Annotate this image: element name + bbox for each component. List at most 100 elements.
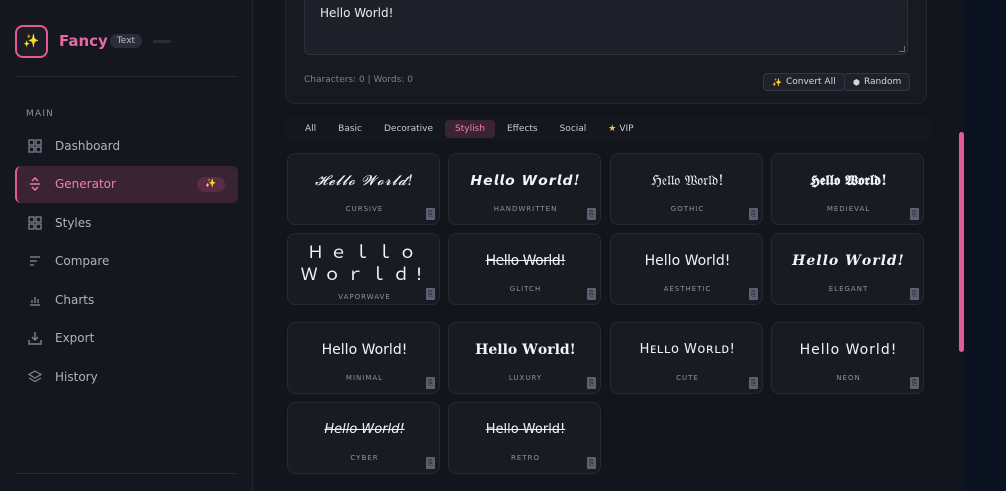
sidebar-item-compare[interactable]: Compare [15, 243, 238, 280]
tab-effects[interactable]: Effects [497, 120, 548, 138]
tab-decorative[interactable]: Decorative [374, 120, 443, 138]
text-input[interactable]: Hello World! [304, 0, 908, 55]
sidebar-divider [15, 473, 237, 474]
style-card-neon[interactable]: Hello World! NEON ⎘ [771, 322, 924, 394]
brand-badge: Text [109, 34, 143, 48]
section-label-main: MAIN [26, 109, 55, 119]
style-card-retro[interactable]: Hello World! RETRO ⎘ [448, 402, 601, 474]
copy-icon[interactable]: ⎘ [587, 377, 596, 389]
copy-icon[interactable]: ⎘ [587, 208, 596, 220]
copy-icon[interactable]: ⎘ [587, 457, 596, 469]
style-card-handwritten[interactable]: 𝙃𝙚𝙡𝙡𝙤 𝙒𝙤𝙧𝙡𝙙! HANDWRITTEN ⎘ [448, 153, 601, 225]
style-name-label: ELEGANT [828, 285, 869, 293]
text-input-value: Hello World! [320, 6, 394, 20]
sidebar-item-label: History [55, 370, 98, 385]
style-card-luxury[interactable]: 𝐇𝐞𝐥𝐥𝐨 𝐖𝐨𝐫𝐥𝐝! LUXURY ⎘ [448, 322, 601, 394]
copy-icon[interactable]: ⎘ [910, 208, 919, 220]
tab-all[interactable]: All [295, 120, 326, 138]
sidebar-item-charts[interactable]: Charts [15, 281, 238, 318]
tab-vip-label: VIP [619, 124, 634, 134]
style-card-elegant[interactable]: 𝑯𝒆𝒍𝒍𝒐 𝑾𝒐𝒓𝒍𝒅! ELEGANT ⎘ [771, 233, 924, 305]
text-stats: Characters: 0 | Words: 0 [304, 75, 413, 85]
brand-divider-mark [153, 39, 172, 43]
sidebar-item-label: Export [55, 331, 95, 346]
layers-icon [27, 369, 43, 385]
copy-icon[interactable]: ⎘ [426, 288, 435, 300]
style-card-aesthetic[interactable]: Hello World! AESTHETIC ⎘ [610, 233, 763, 305]
sidebar-item-styles[interactable]: Styles [15, 204, 238, 241]
copy-icon[interactable]: ⎘ [587, 288, 596, 300]
style-name-label: AESTHETIC [663, 285, 712, 293]
grid-icon [27, 215, 43, 231]
sidebar-item-label: Generator [55, 177, 116, 192]
generator-badge: ✨ [197, 176, 225, 192]
style-card-glitch[interactable]: Hello World! GLITCH ⎘ [448, 233, 601, 305]
style-card-medieval[interactable]: 𝕳𝖊𝖑𝖑𝖔 𝖂𝖔𝖗𝖑𝖉! MEDIEVAL ⎘ [771, 153, 924, 225]
style-card-cute[interactable]: Hᴇʟʟᴏ Wᴏʀʟᴅ! CUTE ⎘ [610, 322, 763, 394]
tab-social[interactable]: Social [550, 120, 597, 138]
app-window: ✨ Fancy Text MAIN Dashboard Generator ✨ [0, 0, 964, 491]
style-name-label: CUTE [676, 374, 699, 382]
style-card-vaporwave[interactable]: Ｈｅｌｌｏ Ｗｏｒｌｄ! VAPORWAVE ⎘ [287, 233, 440, 305]
download-icon [27, 330, 43, 346]
copy-icon[interactable]: ⎘ [749, 377, 758, 389]
brand-name: Fancy [59, 32, 108, 50]
style-card-gothic[interactable]: ℌ𝔢𝔩𝔩𝔬 𝔚𝔬𝔯𝔩𝔡! GOTHIC ⎘ [610, 153, 763, 225]
style-card-minimal[interactable]: Hello World! MINIMAL ⎘ [287, 322, 440, 394]
sparkle-wand-icon: ✨ [15, 24, 48, 58]
style-name-label: MEDIEVAL [826, 205, 871, 213]
sidebar-item-dashboard[interactable]: Dashboard [15, 127, 238, 164]
style-preview-text: Hello World! [485, 422, 566, 437]
resize-handle[interactable] [899, 46, 905, 52]
sidebar-item-label: Charts [55, 292, 95, 307]
brand[interactable]: ✨ Fancy Text [15, 24, 172, 58]
tab-basic[interactable]: Basic [328, 120, 372, 138]
style-preview-text: 𝙃𝙚𝙡𝙡𝙤 𝙒𝙤𝙧𝙡𝙙! [470, 173, 581, 189]
sidebar-divider [15, 76, 237, 77]
sidebar-item-label: Styles [55, 215, 92, 230]
grid-icon [27, 138, 43, 154]
sidebar-nav: Dashboard Generator ✨ Styles Compare Cha… [15, 127, 238, 397]
style-preview-text: Ｈｅｌｌｏ Ｗｏｒｌｄ! [300, 243, 429, 285]
sidebar-item-generator[interactable]: Generator ✨ [15, 165, 238, 203]
copy-icon[interactable]: ⎘ [426, 208, 435, 220]
sparkle-icon: ✨ [772, 77, 782, 87]
style-preview-text: Hᴇʟʟᴏ Wᴏʀʟᴅ! [639, 342, 736, 357]
style-preview-text: Hello World! [321, 342, 408, 358]
random-label: Random [863, 77, 902, 87]
copy-icon[interactable]: ⎘ [910, 377, 919, 389]
style-preview-text: Hello World! [324, 422, 405, 437]
sidebar-item-export[interactable]: Export [15, 320, 238, 357]
sidebar-item-label: Dashboard [55, 138, 121, 153]
tab-stylish[interactable]: Stylish [445, 120, 495, 138]
style-name-label: NEON [836, 374, 861, 382]
style-preview-text: ℌ𝔢𝔩𝔩𝔬 𝔚𝔬𝔯𝔩𝔡! [651, 173, 724, 189]
sidebar-item-history[interactable]: History [15, 359, 238, 396]
copy-icon[interactable]: ⎘ [749, 208, 758, 220]
style-name-label: RETRO [511, 454, 540, 462]
style-card-cursive[interactable]: 𝓗𝓮𝓵𝓵𝓸 𝓦𝓸𝓻𝓵𝓭! CURSIVE ⎘ [287, 153, 440, 225]
style-name-label: CYBER [350, 454, 379, 462]
sidebar: ✨ Fancy Text MAIN Dashboard Generator ✨ [0, 0, 253, 491]
random-button[interactable]: ⬢ Random [844, 73, 911, 91]
convert-all-button[interactable]: ✨ Convert All [763, 73, 845, 91]
style-name-label: VAPORWAVE [338, 293, 391, 301]
copy-icon[interactable]: ⎘ [426, 377, 435, 389]
style-name-label: GLITCH [509, 285, 542, 293]
style-name-label: HANDWRITTEN [493, 205, 558, 213]
text-generator-icon [27, 176, 43, 192]
style-preview-text: 𝓗𝓮𝓵𝓵𝓸 𝓦𝓸𝓻𝓵𝓭! [314, 173, 415, 189]
scrollbar-thumb[interactable] [959, 132, 964, 352]
style-name-label: CURSIVE [345, 205, 384, 213]
tab-vip[interactable]: ★ VIP [598, 120, 643, 138]
style-preview-text: Hello World! [644, 253, 731, 269]
copy-icon[interactable]: ⎘ [910, 288, 919, 300]
convert-all-label: Convert All [785, 77, 836, 87]
category-tabs: All Basic Decorative Stylish Effects Soc… [285, 117, 931, 141]
style-name-label: MINIMAL [345, 374, 384, 382]
star-icon: ★ [608, 124, 617, 134]
copy-icon[interactable]: ⎘ [426, 457, 435, 469]
style-card-cyber[interactable]: Hello World! CYBER ⎘ [287, 402, 440, 474]
dice-icon: ⬢ [853, 77, 860, 87]
copy-icon[interactable]: ⎘ [749, 288, 758, 300]
